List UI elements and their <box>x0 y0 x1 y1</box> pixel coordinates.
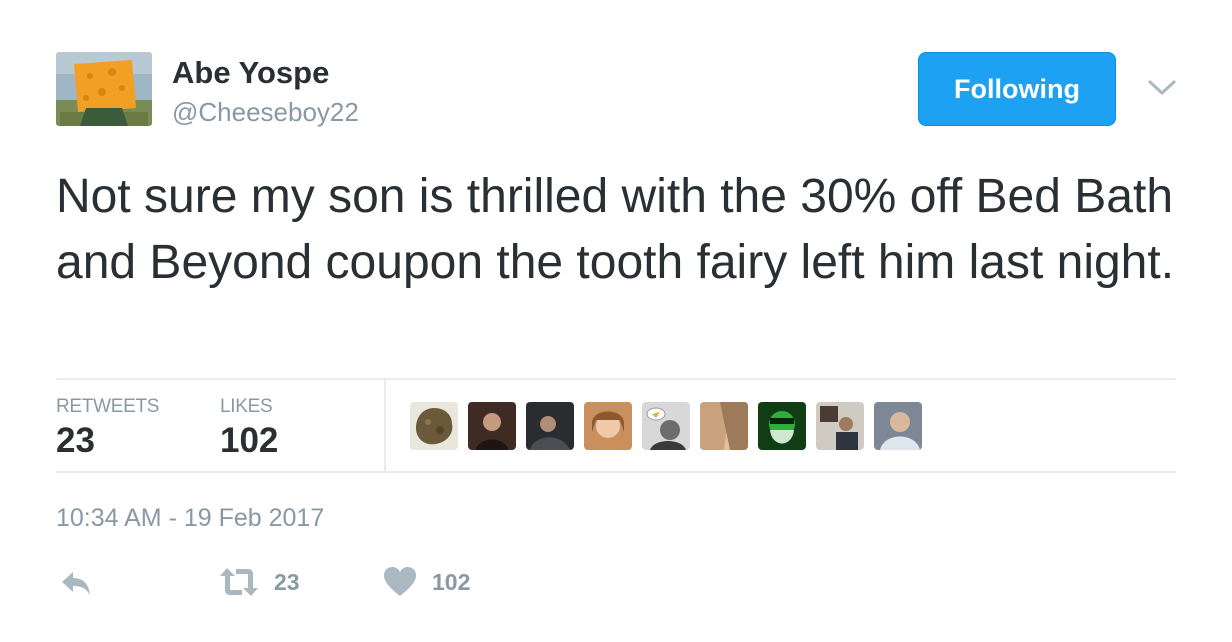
divider-bottom <box>56 471 1176 473</box>
user-avatar-9-icon[interactable] <box>874 402 922 450</box>
user-name[interactable]: Abe Yospe <box>172 54 329 92</box>
likes-label[interactable]: LIKES <box>220 396 273 418</box>
like-action-count: 102 <box>432 569 471 595</box>
stats-separator <box>384 380 386 472</box>
tweet-text: Not sure my son is thrilled with the 30%… <box>56 170 1175 289</box>
user-avatar-5-icon[interactable] <box>642 402 690 450</box>
user-avatar-6-icon[interactable] <box>700 402 748 450</box>
reply-button[interactable] <box>58 564 94 600</box>
user-avatar-1-icon[interactable] <box>410 402 458 450</box>
retweets-label[interactable]: RETWEETS <box>56 396 159 418</box>
chevron-down-icon <box>1148 80 1176 95</box>
user-handle[interactable]: @Cheeseboy22 <box>172 96 359 128</box>
liker-avatars <box>410 402 932 450</box>
user-avatar-8-icon[interactable] <box>816 402 864 450</box>
like-button[interactable]: 102 <box>382 564 470 600</box>
user-avatar-4-icon[interactable] <box>584 402 632 450</box>
user-avatar-3-icon[interactable] <box>526 402 574 450</box>
retweets-count[interactable]: 23 <box>56 420 95 462</box>
avatar[interactable] <box>56 52 152 126</box>
tweet-timestamp[interactable]: 10:34 AM - 19 Feb 2017 <box>56 502 324 534</box>
heart-icon <box>384 567 416 596</box>
retweet-button[interactable]: 23 <box>218 564 300 600</box>
tweet-menu-button[interactable] <box>1146 72 1178 104</box>
user-avatar-2-icon[interactable] <box>468 402 516 450</box>
divider-top <box>56 378 1176 380</box>
likes-count[interactable]: 102 <box>220 420 278 462</box>
retweet-action-count: 23 <box>274 569 300 595</box>
following-button[interactable]: Following <box>918 52 1116 126</box>
user-avatar-7-icon[interactable] <box>758 402 806 450</box>
cheese-head-avatar-icon <box>56 52 152 126</box>
reply-icon <box>62 572 90 595</box>
retweet-icon <box>220 568 258 596</box>
